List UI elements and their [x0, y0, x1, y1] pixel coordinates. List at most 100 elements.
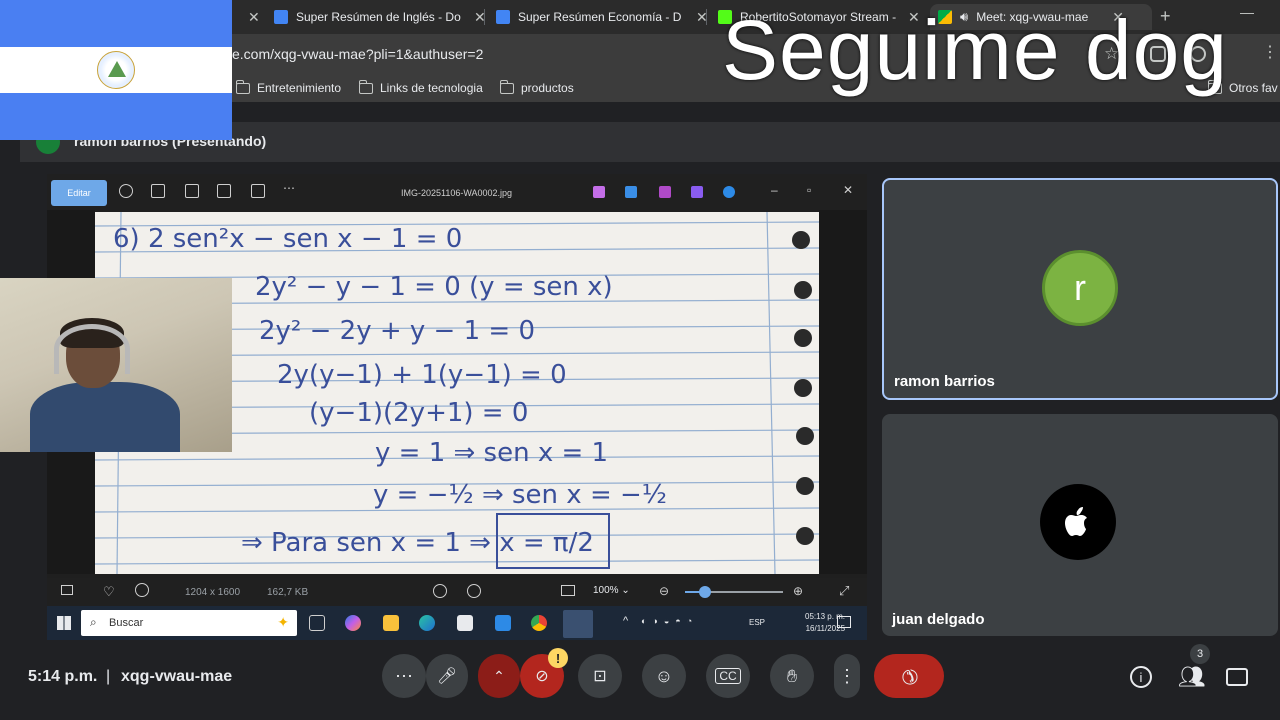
rotate-icon[interactable] [119, 184, 133, 198]
participant-name: juan delgado [892, 611, 985, 628]
mail-icon[interactable] [495, 615, 511, 631]
people-icon[interactable]: 👥︎ [1178, 664, 1206, 690]
math-line: 2y² − 2y + y − 1 = 0 [259, 316, 536, 346]
chevron-down-icon: ⌄ [621, 585, 630, 596]
clock-separator: | [106, 668, 111, 685]
menu-icon[interactable]: ⋮ [1262, 42, 1278, 61]
sparkle-icon: ✦ [277, 614, 289, 630]
participant-tile-ramon[interactable]: r ramon barrios [882, 178, 1278, 400]
coat-of-arms-icon [97, 51, 135, 89]
taskbar-search[interactable]: ⌕ Buscar ✦ [81, 610, 297, 636]
docs-icon [274, 10, 288, 24]
leave-call-button[interactable]: ✆ [874, 654, 944, 698]
flag-top-band [0, 0, 232, 47]
windows-taskbar: ⌕ Buscar ✦ ^ ◐◑◒◓◔ ESP 05:13 p. m. 16/11… [47, 606, 867, 640]
view-mode-icon[interactable] [561, 585, 575, 596]
image-dimensions: 1204 x 1600 [185, 587, 241, 598]
edit-label: Editar [67, 188, 91, 198]
copilot-taskbar-icon[interactable] [345, 615, 361, 631]
delete-icon[interactable] [151, 184, 165, 198]
fullscreen-icon[interactable]: ⤢ [839, 583, 849, 599]
favorite-icon[interactable]: ♡ [103, 584, 115, 600]
notification-icon[interactable] [837, 616, 851, 628]
folder-icon [235, 79, 250, 94]
share-icon[interactable] [217, 184, 231, 198]
participant-avatar [1040, 484, 1116, 560]
photos-icon[interactable] [691, 186, 703, 198]
math-line: 2y² − y − 1 = 0 (y = sen x) [255, 272, 613, 302]
tab-ingles[interactable]: Super Resúmen de Inglés - Do ✕ [266, 4, 494, 30]
bookmark-links-tecnologia[interactable]: Links de tecnologia [358, 79, 483, 95]
file-size: 162,7 KB [267, 587, 309, 598]
bookmark-entretenimiento[interactable]: Entretenimiento [235, 79, 341, 95]
present-button[interactable]: ⊡ [578, 654, 622, 698]
filmstrip-icon[interactable] [61, 585, 73, 595]
clipchamp-icon[interactable] [659, 186, 671, 198]
folder-icon [499, 79, 514, 94]
camera-options-button[interactable]: ⌃ [478, 654, 520, 698]
window-minimize-icon[interactable]: – [771, 183, 778, 197]
actual-size-icon[interactable] [467, 584, 481, 598]
edge-icon[interactable] [419, 615, 435, 631]
captions-icon: CC [715, 668, 741, 684]
more-options-button[interactable]: ⋯ [382, 654, 426, 698]
headset-icon [54, 324, 130, 374]
tab-close-icon[interactable]: ✕ [232, 4, 268, 30]
participant-name: ramon barrios [894, 373, 995, 390]
copilot-icon[interactable] [593, 186, 605, 198]
zoom-select[interactable]: 100% ⌄ [593, 585, 630, 596]
microphone-button[interactable]: 🎤︎ [426, 654, 468, 698]
tab-title: Super Resúmen Economía - D [518, 10, 682, 24]
zoom-in-icon[interactable]: ⊕ [793, 584, 803, 598]
meeting-info-icon[interactable]: i [1130, 666, 1152, 688]
participant-count-badge: 3 [1190, 644, 1210, 664]
participant-avatar: r [1042, 250, 1118, 326]
edit-button[interactable]: Editar [51, 180, 107, 206]
zoom-slider-thumb[interactable] [698, 586, 711, 598]
store-icon[interactable] [457, 615, 473, 631]
onedrive-icon[interactable] [723, 186, 735, 198]
photo-viewer-toolbar: Editar ⋯ IMG-20251106-WA0002.jpg – ▫ ✕ [47, 174, 867, 210]
task-view-icon[interactable] [309, 615, 325, 631]
language-indicator[interactable]: ESP [749, 618, 765, 627]
chat-icon[interactable] [1226, 668, 1248, 686]
file-explorer-icon[interactable] [383, 615, 399, 631]
bookmark-productos[interactable]: productos [499, 79, 574, 95]
more-icon[interactable]: ⋯ [283, 181, 295, 195]
zoom-out-icon[interactable]: ⊖ [659, 584, 669, 598]
url-field[interactable]: e.com/xqg-vwau-mae?pli=1&authuser=2 [232, 46, 483, 62]
viewer-margin-right [819, 210, 867, 574]
participant-tile-juan[interactable]: juan delgado [882, 414, 1278, 636]
avatar-initial: r [1074, 267, 1086, 308]
zoom-slider[interactable] [685, 586, 783, 598]
windows-start-icon[interactable] [57, 616, 71, 630]
photo-viewer-statusbar: ♡ 1204 x 1600 162,7 KB 100% ⌄ ⊖ ⊕ ⤢ [47, 578, 867, 606]
microphone-icon: 🎤︎ [436, 668, 458, 685]
info-icon[interactable] [135, 583, 149, 597]
captions-button[interactable]: CC [706, 654, 750, 698]
raise-hand-button[interactable]: ✋︎ [770, 654, 814, 698]
window-close-icon[interactable]: ✕ [843, 183, 853, 197]
designer-icon[interactable] [625, 186, 637, 198]
tab-economia[interactable]: Super Resúmen Economía - D ✕ [488, 4, 716, 30]
math-line: y = −½ ⇒ sen x = −½ [373, 480, 667, 510]
more-vertical-icon: ⋮ [838, 665, 856, 686]
camera-off-icon: ⊘ [535, 668, 549, 685]
window-maximize-icon[interactable]: ▫ [807, 183, 811, 197]
math-line: ⇒ Para sen x = 1 ⇒ x = π/2 [241, 528, 594, 558]
more-actions-button[interactable]: ⋮ [834, 654, 860, 698]
minimize-icon[interactable]: — [1240, 4, 1254, 20]
tray-chevron-icon[interactable]: ^ [623, 615, 628, 627]
reactions-button[interactable]: ☺ [642, 654, 686, 698]
photos-taskbar-icon[interactable] [563, 610, 593, 638]
meet-control-bar: 5:14 p.m. | xqg-vwau-mae ⋯ 🎤︎ ⌃ ⊘ ! ⊡ ☺ … [0, 640, 1280, 720]
webcam-person-body [30, 382, 180, 452]
chrome-icon[interactable] [531, 615, 547, 631]
print-icon[interactable] [185, 184, 199, 198]
apple-logo-icon [1065, 507, 1087, 536]
bookmark-label: productos [521, 81, 574, 95]
fit-icon[interactable] [433, 584, 447, 598]
slideshow-icon[interactable] [251, 184, 265, 198]
folder-icon [358, 79, 373, 94]
bookmark-label: Links de tecnologia [380, 81, 483, 95]
